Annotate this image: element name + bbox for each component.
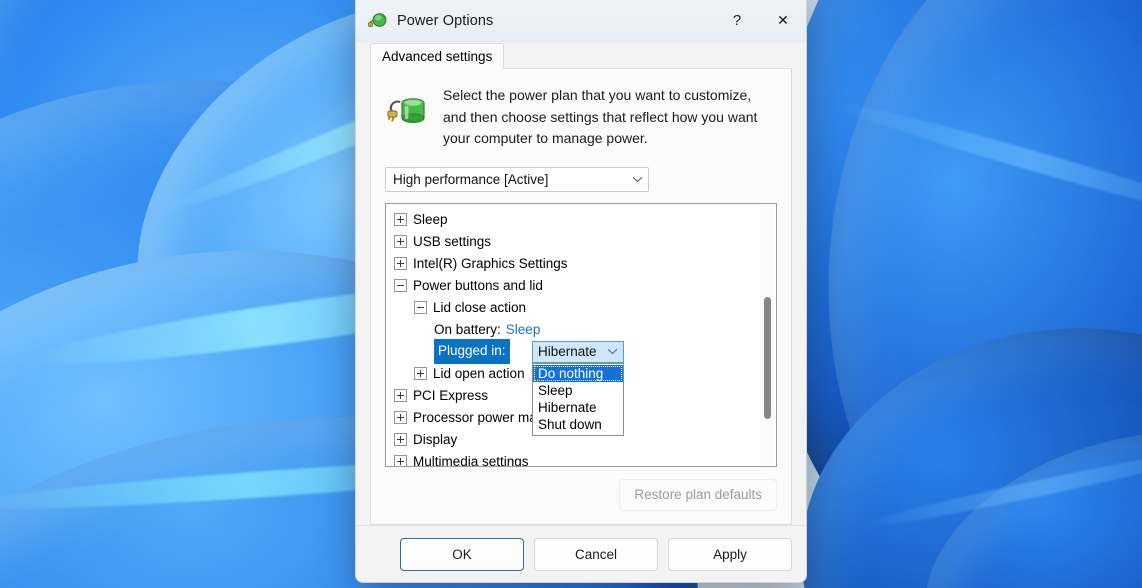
- expander-minus-icon[interactable]: [414, 301, 427, 315]
- tab-page-advanced-settings: Select the power plan that you want to c…: [370, 68, 792, 525]
- expander-minus-icon[interactable]: [394, 279, 407, 293]
- close-icon[interactable]: ✕: [760, 0, 806, 41]
- expander-plus-icon[interactable]: [394, 257, 407, 271]
- expander-plus-icon[interactable]: [394, 235, 407, 249]
- expander-plus-icon[interactable]: [414, 367, 427, 381]
- lid-close-plugged-in-value: Hibernate: [538, 344, 597, 360]
- lid-close-plugged-in-dropdown-list[interactable]: Do nothing Sleep Hibernate Shut down: [532, 362, 624, 436]
- dropdown-option-do-nothing[interactable]: Do nothing: [533, 364, 623, 382]
- expander-plus-icon[interactable]: [394, 411, 407, 425]
- tab-advanced-settings[interactable]: Advanced settings: [370, 43, 505, 69]
- apply-button[interactable]: Apply: [668, 537, 792, 571]
- tree-item-power-buttons-and-lid[interactable]: Power buttons and lid: [386, 275, 776, 297]
- dropdown-option-shut-down[interactable]: Shut down: [533, 416, 623, 433]
- tree-item-label: USB settings: [413, 233, 492, 249]
- plugged-in-label: Plugged in:: [434, 339, 510, 365]
- expander-plus-icon[interactable]: [394, 389, 407, 403]
- expander-plus-icon[interactable]: [394, 455, 407, 466]
- window-controls: ? ✕: [714, 0, 806, 41]
- description-block: Select the power plan that you want to c…: [371, 69, 791, 150]
- dialog-description: Select the power plan that you want to c…: [443, 87, 758, 146]
- power-options-dialog: Power Options ? ✕ Advanced settings Sele…: [355, 0, 807, 583]
- tree-item-multimedia-settings[interactable]: Multimedia settings: [386, 451, 776, 467]
- help-button[interactable]: ?: [714, 0, 760, 41]
- tree-item-label: PCI Express: [413, 387, 489, 403]
- expander-plus-icon[interactable]: [394, 213, 407, 227]
- tree-item-label: Display: [413, 431, 458, 447]
- power-plug-battery-icon: [368, 11, 388, 31]
- battery-plug-icon: [387, 86, 431, 134]
- dropdown-option-hibernate[interactable]: Hibernate: [533, 399, 623, 416]
- power-plan-select[interactable]: High performance [Active]: [385, 166, 649, 192]
- tree-item-lid-close-action[interactable]: Lid close action: [386, 297, 776, 319]
- on-battery-label: On battery:: [434, 321, 501, 337]
- tree-item-sleep[interactable]: Sleep: [386, 209, 776, 231]
- advanced-settings-listbox[interactable]: Sleep USB settings Intel(R) Graphics Set…: [385, 202, 777, 467]
- tree-item-on-battery[interactable]: On battery: Sleep: [386, 319, 776, 341]
- tree-item-label: Lid open action: [433, 365, 525, 381]
- cancel-button[interactable]: Cancel: [534, 537, 658, 571]
- restore-row: Restore plan defaults: [371, 467, 791, 524]
- chevron-down-icon: [626, 176, 648, 183]
- tree-item-intel-graphics-settings[interactable]: Intel(R) Graphics Settings: [386, 253, 776, 275]
- window-title: Power Options: [397, 12, 494, 29]
- tree-item-label: Multimedia settings: [413, 453, 529, 467]
- power-plan-value: High performance [Active]: [393, 171, 549, 187]
- expander-plus-icon[interactable]: [394, 433, 407, 447]
- chevron-down-icon: [601, 348, 623, 355]
- dropdown-option-sleep[interactable]: Sleep: [533, 382, 623, 399]
- restore-plan-defaults-button[interactable]: Restore plan defaults: [619, 479, 777, 511]
- tree-item-usb-settings[interactable]: USB settings: [386, 231, 776, 253]
- tab-strip: Advanced settings: [356, 42, 806, 69]
- lid-close-plugged-in-select[interactable]: Hibernate: [532, 340, 624, 363]
- listbox-scrollbar[interactable]: [760, 204, 775, 465]
- tree-item-label: Lid close action: [433, 299, 527, 315]
- title-bar[interactable]: Power Options ? ✕: [356, 0, 806, 42]
- scrollbar-thumb[interactable]: [764, 296, 771, 419]
- tree-item-label: Sleep: [413, 211, 448, 227]
- ok-button[interactable]: OK: [400, 537, 524, 571]
- dialog-footer: OK Cancel Apply: [356, 525, 806, 582]
- tree-item-label: Intel(R) Graphics Settings: [413, 255, 568, 271]
- tree-item-label: Power buttons and lid: [413, 277, 543, 293]
- on-battery-value[interactable]: Sleep: [506, 319, 541, 341]
